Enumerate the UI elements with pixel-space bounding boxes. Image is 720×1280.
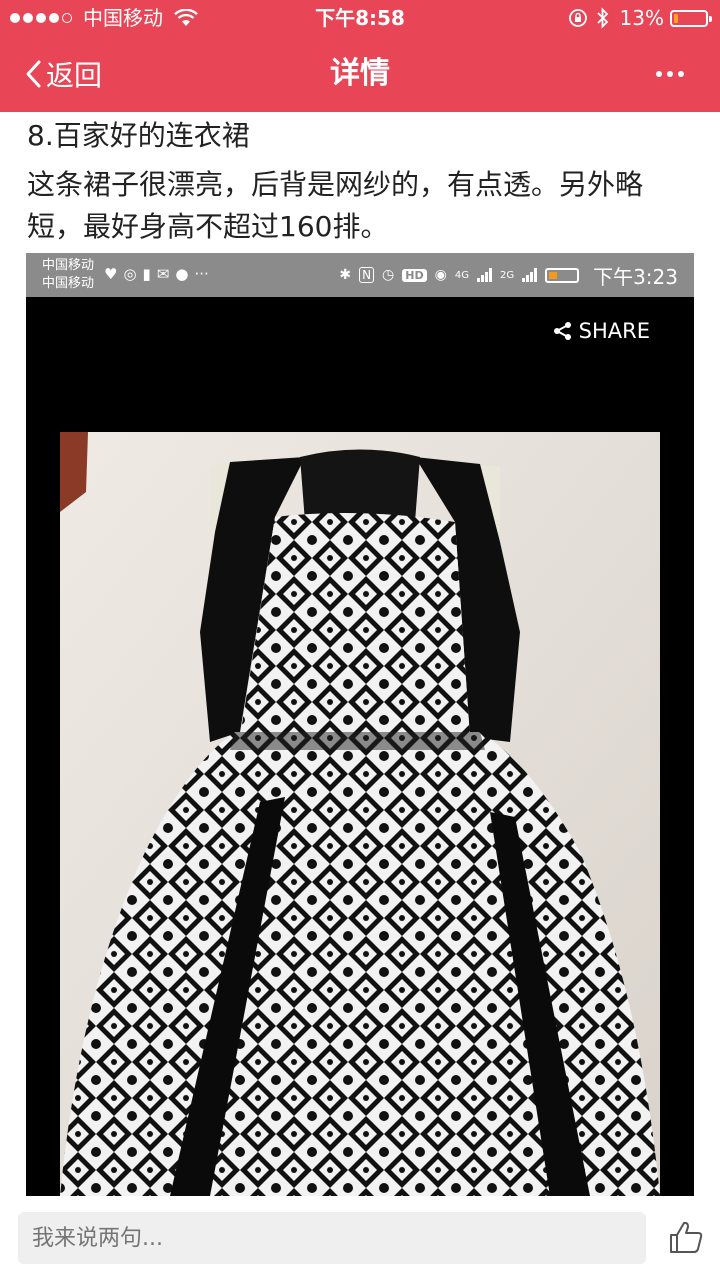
embedded-status-right: ✱ N ◷ HD ◉ 4G 2G 下午3:23 [339,253,678,297]
network-4g-label: 4G [454,269,469,281]
status-right: 13% [568,0,712,36]
more-icon [651,71,684,77]
battery-icon [670,9,712,27]
embedded-notification-icons: ♥ ◎ ▮ ✉ ● ··· [104,265,209,283]
battery-level [674,13,678,23]
post-body: 这条裙子很漂亮，后背是网纱的，有点透。另外略短，最好身高不超过160排。 [27,168,644,243]
embedded-carrier-1: 中国移动 [42,258,95,273]
signal-4g-icon [476,268,492,282]
back-button[interactable]: 返回 [24,36,102,112]
chat-icon: ● [175,265,189,283]
signal-2g-icon [522,268,538,282]
hd-badge: HD [402,268,427,282]
page-title: 详情 [330,56,390,91]
nav-bar: 返回 详情 [0,36,720,112]
embedded-battery-icon [545,267,580,283]
alert-icon: ▮ [142,265,151,283]
share-label: SHARE [578,319,650,343]
embedded-time: 下午3:23 [593,264,678,289]
network-2g-label: 2G [499,269,515,281]
more-button[interactable] [651,36,684,112]
alarm-icon: ◷ [382,267,395,283]
embedded-bluetooth-icon: ✱ [339,267,352,283]
post-image[interactable]: 中国移动 中国移动 ♥ ◎ ▮ ✉ ● ··· ✱ N ◷ HD ◉ 4G 2G… [26,253,694,1196]
orientation-lock-icon [568,9,587,27]
ellipsis-icon: ··· [194,265,209,283]
headset-icon: ◎ [123,265,137,283]
bluetooth-icon [596,7,608,29]
embedded-carrier-2: 中国移动 [42,276,95,291]
embedded-carriers: 中国移动 中国移动 [42,257,94,293]
share-button[interactable]: SHARE [553,319,650,343]
battery-percent: 13% [619,6,664,30]
heart-rate-icon: ♥ [104,265,118,283]
eye-icon: ◉ [434,267,447,283]
top-bar: 中国移动 下午8:58 13% 返回 详情 [0,0,720,112]
embedded-status-bar: 中国移动 中国移动 ♥ ◎ ▮ ✉ ● ··· ✱ N ◷ HD ◉ 4G 2G… [26,253,694,297]
post-title: 8.百家好的连衣裙 [27,119,250,152]
status-bar: 中国移动 下午8:58 13% [0,0,720,36]
chevron-left-icon [26,60,41,88]
thumbs-up-icon[interactable] [668,1219,704,1255]
nfc-icon: N [359,267,375,283]
share-icon [553,322,571,340]
dress-photo [60,432,660,1196]
comment-input[interactable] [18,1212,646,1264]
back-label: 返回 [46,59,103,92]
mail-icon: ✉ [156,265,170,283]
